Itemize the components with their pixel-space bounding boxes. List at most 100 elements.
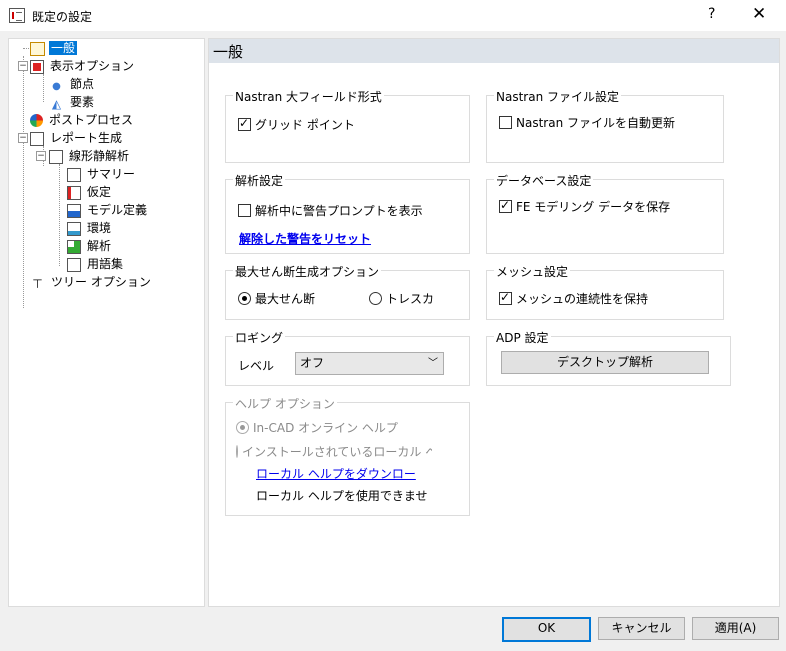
environment-icon bbox=[67, 221, 81, 236]
tree-item-glossary[interactable]: 用語集 bbox=[67, 256, 125, 273]
radio-button[interactable] bbox=[369, 292, 382, 305]
reset-warnings-link[interactable]: 解除した警告をリセット bbox=[239, 230, 371, 247]
summary-icon bbox=[67, 167, 81, 182]
tree-item-label: 線形静解析 bbox=[69, 149, 130, 163]
tree-item-label: ツリー オプション bbox=[51, 275, 151, 289]
element-icon: ◭ bbox=[51, 96, 62, 111]
close-button[interactable]: ✕ bbox=[752, 4, 766, 24]
adp-settings-group: ADP 設定 デスクトップ解析 bbox=[486, 329, 731, 386]
tree-item-analysis[interactable]: 解析 bbox=[67, 238, 113, 255]
radio-button[interactable] bbox=[236, 445, 238, 458]
level-label: レベル bbox=[238, 359, 275, 373]
incad-help-radio[interactable]: In-CAD オンライン ヘルプ bbox=[236, 419, 398, 436]
report-icon bbox=[30, 131, 44, 146]
analysis-settings-group: 解析設定 解析中に警告プロンプトを表示 解除した警告をリセット bbox=[225, 172, 470, 254]
tree-item-label: サマリー bbox=[87, 167, 136, 181]
checkbox-box[interactable] bbox=[238, 116, 251, 131]
tree-item-linear-static[interactable]: 線形静解析 bbox=[49, 148, 131, 165]
save-fe-data-checkbox[interactable]: FE モデリング データを保存 bbox=[499, 198, 670, 215]
checkbox-label: Nastran ファイルを自動更新 bbox=[516, 116, 675, 130]
tree-item-elements[interactable]: ◭ 要素 bbox=[49, 94, 96, 111]
tree-item-label: 解析 bbox=[87, 239, 112, 253]
tree-connector-line bbox=[59, 164, 60, 266]
nastran-file-group: Nastran ファイル設定 Nastran ファイルを自動更新 bbox=[486, 88, 724, 163]
tree-item-environment[interactable]: 環境 bbox=[67, 220, 113, 237]
navigation-tree: − − − 一般 表示オプション ● 節点 ◭ 要素 ポストプロセス レポート生成 … bbox=[8, 38, 205, 607]
group-title: Nastran 大フィールド形式 bbox=[233, 88, 384, 105]
help-options-group: ヘルプ オプション In-CAD オンライン ヘルプ インストールされているロー… bbox=[225, 395, 470, 516]
node-icon: ● bbox=[52, 80, 61, 92]
tree-item-label: レポート生成 bbox=[50, 131, 123, 145]
select-value: オフ bbox=[300, 356, 325, 370]
radio-button[interactable] bbox=[236, 421, 249, 434]
keep-mesh-continuity-checkbox[interactable]: メッシュの連続性を保持 bbox=[499, 290, 648, 307]
tree-item-label: 用語集 bbox=[87, 257, 124, 271]
radio-label: In-CAD オンライン ヘルプ bbox=[253, 421, 398, 435]
tree-item-summary[interactable]: サマリー bbox=[67, 166, 137, 183]
group-title: データベース設定 bbox=[494, 172, 594, 189]
group-title: Nastran ファイル設定 bbox=[494, 88, 621, 105]
chevron-down-icon: ﹀ bbox=[428, 358, 438, 369]
ok-button[interactable]: OK bbox=[502, 617, 591, 642]
collapse-toggle[interactable]: − bbox=[18, 61, 28, 71]
max-shear-radio[interactable]: 最大せん断 bbox=[238, 290, 315, 307]
title-bar: 既定の設定 ? ✕ bbox=[0, 0, 786, 31]
tresca-radio[interactable]: トレスカ bbox=[369, 290, 434, 307]
logging-group: ロギング レベル オフ ﹀ bbox=[225, 329, 470, 386]
desktop-analysis-button[interactable]: デスクトップ解析 bbox=[501, 351, 709, 374]
postprocess-icon bbox=[30, 114, 43, 127]
grid-point-checkbox[interactable]: グリッド ポイント bbox=[238, 116, 355, 133]
collapse-toggle[interactable]: − bbox=[18, 133, 28, 143]
tree-item-model-definition[interactable]: モデル定義 bbox=[67, 202, 149, 219]
settings-app-icon bbox=[9, 8, 25, 23]
group-title: ADP 設定 bbox=[494, 329, 551, 346]
tree-item-assumptions[interactable]: 仮定 bbox=[67, 184, 113, 201]
tree-item-label: 一般 bbox=[49, 41, 78, 55]
tree-item-display-options[interactable]: 表示オプション bbox=[30, 58, 136, 75]
checkbox-label: メッシュの連続性を保持 bbox=[516, 292, 649, 306]
analysis-icon bbox=[67, 239, 81, 254]
assumptions-icon bbox=[67, 185, 81, 200]
nastran-large-field-group: Nastran 大フィールド形式 グリッド ポイント bbox=[225, 88, 470, 163]
local-help-radio[interactable]: インストールされているローカル ヘルプ bbox=[236, 443, 432, 460]
download-local-help-link[interactable]: ローカル ヘルプをダウンロー bbox=[256, 465, 416, 482]
tree-connector-line bbox=[43, 74, 44, 102]
tree-item-label: 表示オプション bbox=[50, 59, 135, 73]
checkbox-label: グリッド ポイント bbox=[255, 118, 355, 132]
panel-header: 一般 bbox=[209, 39, 779, 63]
show-warning-checkbox[interactable]: 解析中に警告プロンプトを表示 bbox=[238, 202, 423, 219]
checkbox-box[interactable] bbox=[238, 204, 251, 217]
tree-options-icon: ⊤ bbox=[32, 276, 43, 291]
checkbox-box[interactable] bbox=[499, 198, 512, 213]
tree-item-report[interactable]: レポート生成 bbox=[30, 130, 124, 147]
tree-item-label: モデル定義 bbox=[87, 203, 148, 217]
database-settings-group: データベース設定 FE モデリング データを保存 bbox=[486, 172, 724, 254]
checkbox-label: 解析中に警告プロンプトを表示 bbox=[255, 204, 423, 218]
help-button[interactable]: ? bbox=[708, 6, 715, 22]
auto-update-checkbox[interactable]: Nastran ファイルを自動更新 bbox=[499, 114, 675, 131]
mesh-settings-group: メッシュ設定 メッシュの連続性を保持 bbox=[486, 263, 724, 320]
general-settings-icon bbox=[30, 41, 45, 56]
checkbox-label: FE モデリング データを保存 bbox=[516, 200, 671, 214]
tree-item-tree-options[interactable]: ⊤ ツリー オプション bbox=[30, 274, 153, 291]
model-definition-icon bbox=[67, 203, 81, 218]
tree-connector-line bbox=[23, 56, 24, 308]
group-title: メッシュ設定 bbox=[494, 263, 571, 280]
radio-label: 最大せん断 bbox=[255, 292, 316, 306]
checkbox-box[interactable] bbox=[499, 116, 512, 129]
radio-button[interactable] bbox=[238, 292, 251, 305]
radio-label: トレスカ bbox=[386, 292, 435, 306]
tree-item-nodes[interactable]: ● 節点 bbox=[49, 76, 96, 93]
local-help-unavailable-text: ローカル ヘルプを使用できませ bbox=[256, 489, 428, 503]
checkbox-box[interactable] bbox=[499, 290, 512, 305]
cancel-button[interactable]: キャンセル bbox=[598, 617, 685, 640]
linear-static-icon bbox=[49, 149, 63, 164]
window-title: 既定の設定 bbox=[32, 10, 93, 24]
tree-item-postprocess[interactable]: ポストプロセス bbox=[30, 112, 135, 129]
collapse-toggle[interactable]: − bbox=[36, 151, 46, 161]
tree-item-general[interactable]: 一般 bbox=[30, 40, 78, 57]
logging-level-select[interactable]: オフ ﹀ bbox=[295, 352, 444, 375]
apply-button[interactable]: 適用(A) bbox=[692, 617, 779, 640]
group-title: 最大せん断生成オプション bbox=[233, 263, 382, 280]
group-title: ヘルプ オプション bbox=[233, 395, 337, 412]
